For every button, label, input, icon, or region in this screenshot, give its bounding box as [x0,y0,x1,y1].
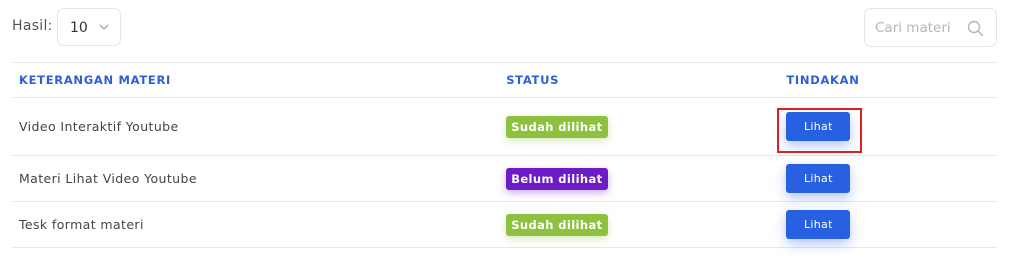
table-row: Materi Lihat Video Youtube Belum dilihat… [12,155,997,202]
search-input[interactable] [875,17,959,39]
status-badge: Sudah dilihat [506,115,608,138]
table-body: Video Interaktif Youtube Sudah dilihat L… [12,97,997,248]
status-cell: Sudah dilihat [506,97,781,156]
material-title: Materi Lihat Video Youtube [12,155,507,202]
column-header-status[interactable]: STATUS [506,62,781,98]
table-row: Tesk format materi Sudah dilihat Lihat [12,201,997,248]
chevron-down-icon [99,24,109,30]
table-row: Video Interaktif Youtube Sudah dilihat L… [12,97,997,156]
status-badge: Sudah dilihat [506,213,608,236]
action-cell: Lihat [780,97,997,156]
page-size-label: Hasil: [12,18,53,34]
status-cell: Belum dilihat [506,155,781,202]
page-size-value: 10 [70,20,88,36]
search-icon[interactable] [967,20,984,37]
view-button[interactable]: Lihat [786,210,851,239]
materials-table: KETERANGAN MATERI STATUS TINDAKAN Video … [12,62,997,248]
column-header-keterangan[interactable]: KETERANGAN MATERI [12,62,507,98]
view-button[interactable]: Lihat [786,164,851,193]
status-badge: Belum dilihat [506,167,608,190]
material-title: Tesk format materi [12,201,507,248]
table-toolbar: Hasil: 10 [0,0,1024,58]
column-header-tindakan: TINDAKAN [780,62,997,98]
action-cell: Lihat [780,201,997,248]
action-cell: Lihat [780,155,997,202]
view-button[interactable]: Lihat [786,112,851,141]
table-header-row: KETERANGAN MATERI STATUS TINDAKAN [12,62,997,98]
search-box[interactable] [864,8,997,47]
status-cell: Sudah dilihat [506,201,781,248]
material-title: Video Interaktif Youtube [12,97,507,156]
table-header: KETERANGAN MATERI STATUS TINDAKAN [12,62,997,98]
materials-table-wrapper: KETERANGAN MATERI STATUS TINDAKAN Video … [12,62,997,248]
page-size-select[interactable]: 10 [57,8,121,46]
